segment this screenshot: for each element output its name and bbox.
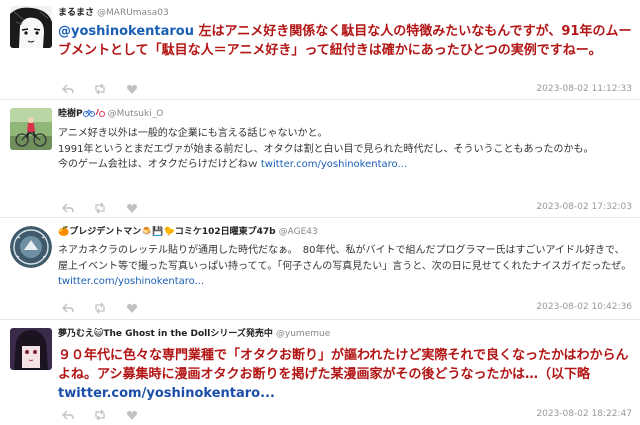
timestamp[interactable]: 2023-08-02 17:32:03 bbox=[536, 202, 632, 212]
tweet-timeline: まるまさ @MARUmasa03 @yoshinokentarou 左はアニメ好き… bbox=[0, 0, 640, 425]
tweet-actions bbox=[62, 409, 138, 421]
like-icon[interactable] bbox=[126, 302, 138, 314]
tweet-text: アニメ好き以外は一般的な企業にも言える話じゃないかと。 1991年というとまだエ… bbox=[58, 126, 634, 173]
bicycle-icon bbox=[82, 108, 105, 121]
circular-logo-avatar-icon bbox=[10, 226, 52, 268]
avatar[interactable] bbox=[10, 226, 52, 268]
tweet-actions bbox=[62, 83, 138, 95]
tweet-text-content: ネアカネクラのレッテル貼りが通用した時代だなぁ。 80年代、私がバイトで組んだプ… bbox=[58, 245, 632, 272]
user-name[interactable]: まるまさ bbox=[58, 8, 94, 18]
retweet-icon[interactable] bbox=[94, 302, 106, 314]
user-handle[interactable]: @MARUmasa03 bbox=[97, 8, 169, 18]
tweet-actions bbox=[62, 302, 138, 314]
tweet-text-line: 今のゲーム会社は、オタクだらけだけどねｗ twitter.com/yoshino… bbox=[58, 157, 634, 173]
tweet-link[interactable]: twitter.com/yoshinokentaro... bbox=[261, 159, 407, 170]
tweet-card[interactable]: 睦樹P @Mutsuki_O アニメ好き以外は一般的な企業にも言える話じゃないか… bbox=[0, 100, 640, 218]
anime-girl-avatar-icon bbox=[10, 328, 52, 370]
tweet-link[interactable]: twitter.com/yoshinokentaro... bbox=[58, 276, 204, 287]
tweet-text-line: アニメ好き以外は一般的な企業にも言える話じゃないかと。 bbox=[58, 128, 328, 139]
like-icon[interactable] bbox=[126, 409, 138, 421]
tweet-link[interactable]: twitter.com/yoshinokentaro... bbox=[58, 386, 275, 401]
retweet-icon[interactable] bbox=[94, 83, 106, 95]
tweet-card[interactable]: 🍊プレジデントマン🍮💾🐤コミケ102日曜東プ47b @AGE43 ネアカネクラのレ… bbox=[0, 218, 640, 320]
user-handle[interactable]: @yumemue bbox=[276, 329, 330, 339]
reply-icon[interactable] bbox=[62, 302, 74, 314]
avatar[interactable] bbox=[10, 108, 52, 150]
reply-icon[interactable] bbox=[62, 202, 74, 214]
reply-icon[interactable] bbox=[62, 83, 74, 95]
user-name[interactable]: 🍊プレジデントマン🍮💾🐤コミケ102日曜東プ47b bbox=[58, 227, 276, 237]
cyclist-photo-avatar-icon bbox=[10, 108, 52, 150]
reply-icon[interactable] bbox=[62, 409, 74, 421]
like-icon[interactable] bbox=[126, 202, 138, 214]
tweet-text-line: 1991年というとまだエヴァが始まる前だし、オタクは割と白い目で見られた時代だし… bbox=[58, 143, 594, 155]
timestamp[interactable]: 2023-08-02 18:22:47 bbox=[536, 409, 632, 419]
user-name[interactable]: 夢乃むえ😺The Ghost in the Dollシリーズ発売中 bbox=[58, 329, 273, 339]
tweet-card[interactable]: 夢乃むえ😺The Ghost in the Dollシリーズ発売中 @yumemu… bbox=[0, 320, 640, 425]
retweet-icon[interactable] bbox=[94, 202, 106, 214]
tweet-text: @yoshinokentarou 左はアニメ好き関係なく駄目な人の特徴みたいなも… bbox=[58, 22, 634, 60]
manga-character-avatar-icon bbox=[10, 6, 52, 48]
avatar[interactable] bbox=[10, 6, 52, 48]
tweet-text: ９０年代に色々な専門業種で「オタクお断り」が謳われたけど実際それで良くなったかは… bbox=[58, 346, 634, 403]
timestamp[interactable]: 2023-08-02 11:12:33 bbox=[536, 84, 632, 94]
tweet-text: ネアカネクラのレッテル貼りが通用した時代だなぁ。 80年代、私がバイトで組んだプ… bbox=[58, 243, 634, 290]
mention-link[interactable]: @yoshinokentarou bbox=[58, 24, 194, 39]
tweet-text-content: ９０年代に色々な専門業種で「オタクお断り」が謳われたけど実際それで良くなったかは… bbox=[58, 348, 629, 382]
timestamp[interactable]: 2023-08-02 10:42:36 bbox=[536, 302, 632, 312]
retweet-icon[interactable] bbox=[94, 409, 106, 421]
user-handle[interactable]: @AGE43 bbox=[279, 227, 318, 237]
user-handle[interactable]: @Mutsuki_O bbox=[108, 109, 164, 119]
avatar[interactable] bbox=[10, 328, 52, 370]
tweet-text-content: 今のゲーム会社は、オタクだらけだけどねｗ bbox=[58, 159, 258, 170]
tweet-actions bbox=[62, 202, 138, 214]
like-icon[interactable] bbox=[126, 83, 138, 95]
user-name[interactable]: 睦樹P bbox=[58, 109, 83, 119]
tweet-card[interactable]: まるまさ @MARUmasa03 @yoshinokentarou 左はアニメ好き… bbox=[0, 0, 640, 100]
